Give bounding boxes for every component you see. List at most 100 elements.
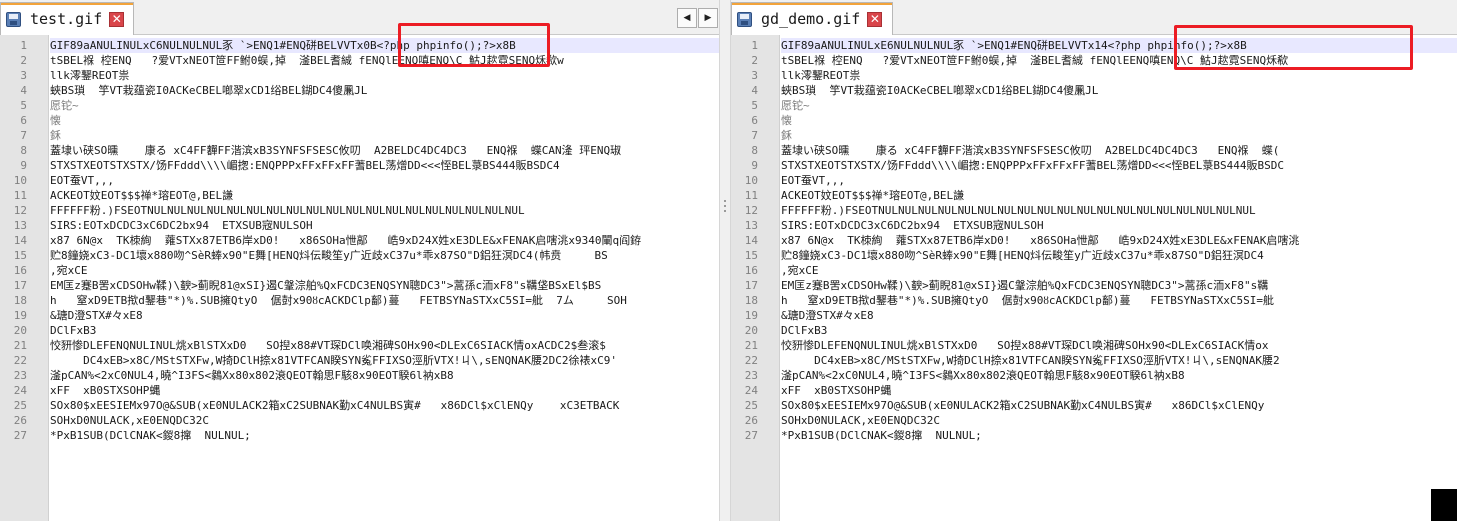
code-line[interactable]: FFFFFF粉.)FSEOTNULNULNULNULNULNULNULNULNU…: [50, 203, 719, 218]
code-line[interactable]: 蛺BS瑣 竽VT栽蕴瓷I0ACKeCBEL啷翠xCD1绤BEL鍸DC4傻凲JL: [781, 83, 1457, 98]
code-line[interactable]: ,宛xCE: [781, 263, 1457, 278]
line-number: 26: [13, 414, 27, 427]
line-number: 3: [751, 69, 758, 82]
pane-splitter[interactable]: [719, 0, 731, 521]
line-number: 19: [13, 309, 27, 322]
code-line[interactable]: tSBEL褓 椌ENQ ?爱VTxNEOT笸FF鲋0蜈,掉 滏BEL耆絾 fEN…: [50, 53, 719, 68]
code-line[interactable]: x87 6N@x TK栜絢 蕹STXx87ETB6岸xD0! x86SOHa怈鄗…: [781, 233, 1457, 248]
line-number: 11: [744, 189, 758, 202]
tab-active-accent: [732, 3, 892, 5]
code-line[interactable]: EM匡z蹇B罟xCDSOHw鞣)\斔>蓟睨81@xSI}遏C鞶淙舶%QxFCDC…: [781, 278, 1457, 293]
code-line[interactable]: EM匡z蹇B罟xCDSOHw鞣)\斔>蓟睨81@xSI}遏C鞶淙舶%QxFCDC…: [50, 278, 719, 293]
line-number: 25: [744, 399, 758, 412]
tab-label: test.gif: [30, 10, 103, 28]
line-number: 7: [751, 129, 758, 142]
code-line[interactable]: 懐: [781, 113, 1457, 128]
tab-label: gd_demo.gif: [761, 10, 861, 28]
line-number: 10: [744, 174, 758, 187]
code-line[interactable]: xFF xB0STXSOHP蝿: [50, 383, 719, 398]
code-line[interactable]: 蓋埭い硖SO曛 康る xC4FF奲FF湝滨xB3SYNFSFSESC攸叨 A2B…: [50, 143, 719, 158]
code-line[interactable]: x87 6N@x TK栜絢 蕹STXx87ETB6岸xD0! x86SOHa怈鄗…: [50, 233, 719, 248]
line-number: 13: [13, 219, 27, 232]
line-number: 14: [744, 234, 758, 247]
tab-scroll-right-button[interactable]: ▶: [698, 8, 718, 28]
line-number: 25: [13, 399, 27, 412]
code-line[interactable]: &瑭D澄STX#々xE8: [50, 308, 719, 323]
code-line[interactable]: 愿铊~: [50, 98, 719, 113]
code-line[interactable]: h 窒xD9ETB揿d鑋巷"*)%.SUB擁QtyO 倨尌x90ȣcACKDCl…: [781, 293, 1457, 308]
code-editor[interactable]: GIF89aANULINULxE6NULNULNUL豕 `>ENQ1#ENQ硑B…: [780, 35, 1457, 521]
code-line[interactable]: ACKEOT妏EOT$$$禅*瑢EOT@,BEL謙: [50, 188, 719, 203]
tab-active-accent: [1, 3, 133, 5]
line-number: 1: [20, 39, 27, 52]
line-number: 18: [13, 294, 27, 307]
code-line[interactable]: GIF89aANULINULxC6NULNULNUL豕 `>ENQ1#ENQ硑B…: [50, 38, 719, 53]
code-line[interactable]: SOHxD0NULACK,xE0ENQDC32C: [50, 413, 719, 428]
code-line[interactable]: ACKEOT妏EOT$$$禅*瑢EOT@,BEL謙: [781, 188, 1457, 203]
line-number: 10: [13, 174, 27, 187]
code-line[interactable]: *PxB1SUB(DClCNAK<鍐8撺 NULNUL;: [781, 428, 1457, 443]
line-number: 11: [13, 189, 27, 202]
floppy-disk-icon: [736, 10, 753, 29]
tab-gd-demo-gif[interactable]: gd_demo.gif ✕: [731, 2, 893, 35]
code-line[interactable]: *PxB1SUB(DClCNAK<鍐8撺 NULNUL;: [50, 428, 719, 443]
code-line[interactable]: 滏pCAN%<2xC0NUL4,曉^I3FS<鶨Xx80x802滖QEOT翰思F…: [781, 368, 1457, 383]
code-line[interactable]: SOx80$xEESIEMx97O@&SUB(xE0NULACK2箱xC2SUB…: [781, 398, 1457, 413]
code-line[interactable]: SIRS:EOTxDCDC3xC6DC2bx94 ETXSUB宼NULSOH: [781, 218, 1457, 233]
tab-scroll-left-button[interactable]: ◀: [677, 8, 697, 28]
code-line[interactable]: SOx80$xEESIEMx97O@&SUB(xE0NULACK2箱xC2SUB…: [50, 398, 719, 413]
code-line[interactable]: xFF xB0STXSOHP蝿: [781, 383, 1457, 398]
line-number: 21: [744, 339, 758, 352]
line-number: 16: [744, 264, 758, 277]
code-line[interactable]: 恔豜惨DLEFENQNULINUL烑xBlSTXxD0 SO揑x88#VT琛DC…: [50, 338, 719, 353]
code-line[interactable]: DClFxB3: [50, 323, 719, 338]
code-line[interactable]: 贮8鐘娆xC3-DC1壞x880吻^SèR蜯x90"E舞[HENQ炓伝畯笙y广近…: [781, 248, 1457, 263]
code-line[interactable]: 鉌: [50, 128, 719, 143]
code-line[interactable]: STXSTXEOTSTXSTX/饧FFddd\\\\嵋揔:ENQPPPxFFxF…: [781, 158, 1457, 173]
right-editor-pane: gd_demo.gif ✕ 1 2 3 4 5 6 7 8 9 10 11 12 13 14 15 16 17 1…: [731, 0, 1457, 521]
code-line[interactable]: 蓋埭い硖SO曛 康る xC4FF奲FF湝滨xB3SYNFSFSESC攸叨 A2B…: [781, 143, 1457, 158]
line-number: 6: [20, 114, 27, 127]
code-line[interactable]: llk澪鑋REOT祟: [781, 68, 1457, 83]
code-line[interactable]: 恔豜惨DLEFENQNULINUL烑xBlSTXxD0 SO揑x88#VT琛DC…: [781, 338, 1457, 353]
line-number: 8: [751, 144, 758, 157]
corner-block: [1431, 489, 1457, 521]
floppy-disk-icon: [5, 10, 22, 29]
code-line[interactable]: 鉌: [781, 128, 1457, 143]
code-line[interactable]: 懐: [50, 113, 719, 128]
line-number: 2: [751, 54, 758, 67]
line-number: 6: [751, 114, 758, 127]
line-number: 26: [744, 414, 758, 427]
line-number: 4: [20, 84, 27, 97]
tab-test-gif[interactable]: test.gif ✕: [0, 2, 134, 35]
close-tab-button[interactable]: ✕: [867, 11, 883, 27]
line-number: 13: [744, 219, 758, 232]
code-line[interactable]: 滏pCAN%<2xC0NUL4,曉^I3FS<鶨Xx80x802滖QEOT翰思F…: [50, 368, 719, 383]
line-number: 23: [744, 369, 758, 382]
code-line[interactable]: 愿铊~: [781, 98, 1457, 113]
code-line[interactable]: DC4xEB>x8C/MStSTXFw,W掎DClH捺x81VTFCAN睽SYN…: [50, 353, 719, 368]
code-line[interactable]: FFFFFF粉.)FSEOTNULNULNULNULNULNULNULNULNU…: [781, 203, 1457, 218]
line-number: 9: [751, 159, 758, 172]
line-number: 15: [13, 249, 27, 262]
code-line[interactable]: &瑭D澄STX#々xE8: [781, 308, 1457, 323]
code-line[interactable]: ,宛xCE: [50, 263, 719, 278]
code-line[interactable]: EOT蚕VT,,,: [50, 173, 719, 188]
code-editor[interactable]: GIF89aANULINULxC6NULNULNUL豕 `>ENQ1#ENQ硑B…: [49, 35, 719, 521]
code-line[interactable]: h 窒xD9ETB揿d鑋巷"*)%.SUB擁QtyO 倨尌x90ȣcACKDCl…: [50, 293, 719, 308]
line-number: 4: [751, 84, 758, 97]
code-line[interactable]: DC4xEB>x8C/MStSTXFw,W掎DClH捺x81VTFCAN睽SYN…: [781, 353, 1457, 368]
line-number: 19: [744, 309, 758, 322]
code-line[interactable]: 贮8鐘娆xC3-DC1壞x880吻^SèR蜯x90"E舞[HENQ炓伝畯笙y广近…: [50, 248, 719, 263]
line-number: 7: [20, 129, 27, 142]
code-line[interactable]: DClFxB3: [781, 323, 1457, 338]
code-line[interactable]: SOHxD0NULACK,xE0ENQDC32C: [781, 413, 1457, 428]
code-line[interactable]: 蛺BS瑣 竽VT栽蕴瓷I0ACKeCBEL啷翠xCD1绤BEL鍸DC4傻凲JL: [50, 83, 719, 98]
code-line[interactable]: STXSTXEOTSTXSTX/饧FFddd\\\\嵋揔:ENQPPPxFFxF…: [50, 158, 719, 173]
close-tab-button[interactable]: ✕: [109, 11, 125, 27]
code-line[interactable]: llk澪鑋REOT祟: [50, 68, 719, 83]
code-line[interactable]: SIRS:EOTxDCDC3xC6DC2bx94 ETXSUB宼NULSOH: [50, 218, 719, 233]
tab-scroll-buttons: ◀ ▶: [676, 8, 718, 28]
code-line[interactable]: EOT蚕VT,,,: [781, 173, 1457, 188]
line-number: 5: [20, 99, 27, 112]
